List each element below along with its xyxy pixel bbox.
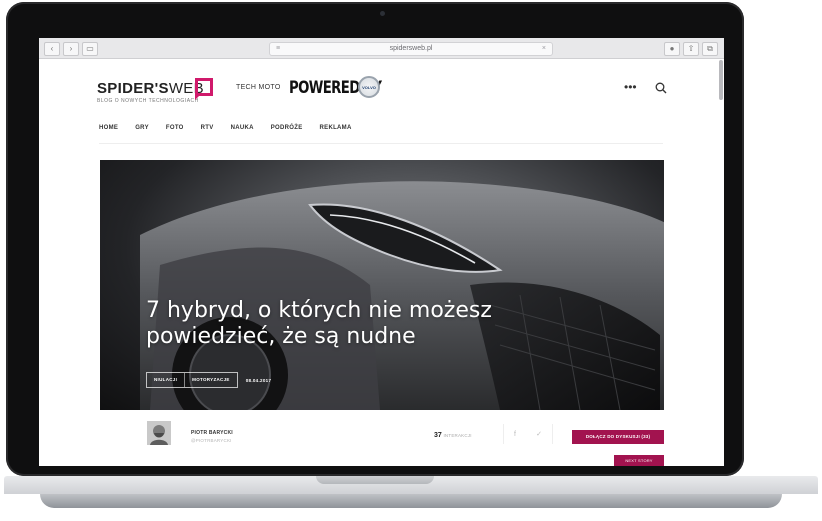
back-icon[interactable]: ‹	[44, 42, 60, 56]
logo-subtitle: BLOG O NOWYCH TECHNOLOGIACH	[97, 98, 199, 104]
forward-icon[interactable]: ›	[63, 42, 79, 56]
site-logo[interactable]: SPIDER'SWEB BLOG O NOWYCH TECHNOLOGIACH	[97, 78, 213, 110]
browser-screen: ‹ › ▭ ≡ spidersweb.pl × ● ⇧ ⧉ SPIDER'SWE…	[39, 38, 724, 466]
sponsor-logo-text: VOLVO	[362, 85, 376, 90]
nav-item-foto[interactable]: FOTO	[166, 125, 184, 131]
clear-icon[interactable]: ×	[542, 43, 546, 55]
nav-item-gry[interactable]: GRY	[135, 125, 149, 131]
nav-item-nauka[interactable]: NAUKA	[231, 125, 254, 131]
nav-item-reklama[interactable]: REKLAMA	[320, 125, 352, 131]
nav-item-home[interactable]: HOME	[99, 125, 118, 131]
laptop-base-bottom	[40, 494, 782, 508]
browser-nav-buttons: ‹ › ▭	[44, 42, 98, 56]
author-handle[interactable]: @PIOTRBARYCKI	[191, 438, 232, 443]
sidebar-icon[interactable]: ▭	[82, 42, 98, 56]
laptop-bezel: ‹ › ▭ ≡ spidersweb.pl × ● ⇧ ⧉ SPIDER'SWE…	[6, 2, 744, 476]
sponsor-logo[interactable]: VOLVO	[358, 76, 380, 98]
scrollbar[interactable]	[719, 60, 723, 100]
nav-item-podroze[interactable]: PODRÓŻE	[271, 125, 303, 131]
more-menu-icon[interactable]: •••	[624, 80, 637, 94]
interaction-label: INTERAKCJI	[443, 433, 472, 438]
article-date: 08.04.2017	[245, 377, 272, 383]
nav-item-rtv[interactable]: RTV	[201, 125, 214, 131]
section-label[interactable]: TECH MOTO	[236, 84, 281, 91]
interaction-number: 37	[434, 432, 442, 439]
address-bar[interactable]: ≡ spidersweb.pl ×	[269, 42, 553, 56]
reader-icon[interactable]: ≡	[276, 43, 280, 55]
browser-tools: ● ⇧ ⧉	[664, 42, 718, 56]
tag-list: NIULACJI MOTORYZACJE	[146, 372, 238, 388]
tag-item[interactable]: MOTORYZACJE	[184, 373, 237, 387]
browser-toolbar: ‹ › ▭ ≡ spidersweb.pl × ● ⇧ ⧉	[39, 38, 724, 59]
logo-main-text: SPIDER'S	[97, 80, 169, 97]
extension-icon[interactable]: ●	[664, 42, 680, 56]
tabs-icon[interactable]: ⧉	[702, 42, 718, 56]
next-story-button[interactable]: NEXT STORY	[614, 455, 664, 466]
article-meta: NIULACJI MOTORYZACJE 08.04.2017	[146, 372, 271, 388]
join-discussion-button[interactable]: DOŁĄCZ DO DYSKUSJI (33)	[572, 430, 664, 444]
laptop-notch	[316, 476, 434, 484]
author-avatar-image	[147, 421, 171, 445]
facebook-icon[interactable]: f	[514, 431, 516, 438]
share-icon[interactable]: ⇧	[683, 42, 699, 56]
logo-mark-icon	[195, 78, 213, 100]
author-name[interactable]: PIOTR BARYCKI	[191, 430, 233, 436]
twitter-icon[interactable]: ✓	[536, 430, 542, 438]
hero-image[interactable]: 7 hybryd, o których nie możesz powiedzie…	[100, 160, 664, 410]
url-text: spidersweb.pl	[389, 45, 433, 52]
interaction-count: 37 INTERAKCJI	[434, 432, 472, 439]
main-navigation: HOME GRY FOTO RTV NAUKA PODRÓŻE REKLAMA	[99, 125, 369, 131]
social-share: f ✓	[503, 424, 553, 444]
tag-item[interactable]: NIULACJI	[147, 373, 184, 387]
nav-divider	[99, 143, 663, 144]
search-icon[interactable]	[654, 81, 668, 95]
author-avatar[interactable]	[147, 421, 171, 445]
camera-icon	[380, 11, 385, 16]
article-title[interactable]: 7 hybryd, o których nie możesz powiedzie…	[146, 298, 566, 350]
laptop-base	[0, 476, 822, 512]
